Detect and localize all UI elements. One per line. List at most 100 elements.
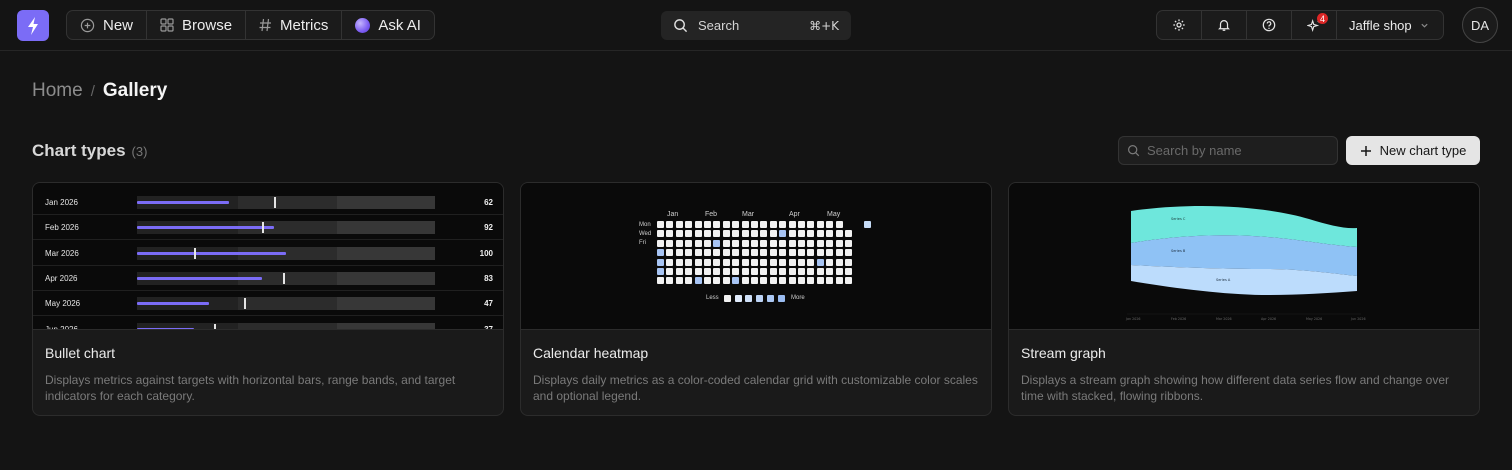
settings-button[interactable]	[1157, 11, 1202, 39]
heatmap-cell	[685, 258, 693, 266]
heatmap-cell	[732, 268, 740, 275]
heatmap-cell	[685, 277, 693, 285]
bullet-range-band	[337, 196, 435, 209]
heatmap-cell	[741, 230, 749, 238]
heatmap-legend-more: More	[791, 295, 805, 301]
stream-x-tick: Apr 2026	[1261, 317, 1276, 321]
heatmap-cell	[732, 249, 740, 257]
heatmap-cell	[835, 258, 843, 266]
browse-button[interactable]: Browse	[147, 11, 247, 39]
chart-type-card-stream[interactable]: Series C Series B Series A Jan 2026 Feb …	[1008, 182, 1480, 416]
heatmap-legend-less: Less	[706, 295, 719, 301]
chart-type-search[interactable]	[1118, 136, 1338, 165]
bullet-bar	[137, 276, 263, 280]
new-chart-type-label: New chart type	[1379, 143, 1467, 158]
search-by-name-input[interactable]	[1147, 143, 1327, 158]
heatmap-cell	[807, 268, 815, 275]
heatmap-cell	[666, 258, 674, 266]
breadcrumb-home[interactable]: Home	[32, 80, 83, 102]
plus-circle-icon	[80, 18, 95, 33]
heatmap-cell	[657, 230, 664, 238]
heatmap-cell	[769, 249, 777, 257]
heatmap-cell	[769, 221, 777, 228]
heatmap-cell	[741, 221, 749, 228]
heatmap-cell	[845, 239, 852, 247]
heatmap-cell	[798, 249, 805, 257]
heatmap-cell	[807, 230, 815, 238]
calendar-heatmap-preview: Jan Feb Mar Apr May Mon Wed Fri Less More	[521, 183, 991, 330]
bullet-row-value: 37	[484, 324, 493, 330]
heatmap-legend-swatch	[756, 295, 764, 302]
heatmap-cell	[666, 239, 674, 247]
heatmap-cell	[788, 239, 796, 247]
heatmap-cell	[685, 230, 693, 238]
ask-ai-label: Ask AI	[378, 16, 421, 34]
heatmap-cell	[666, 277, 674, 285]
bullet-bar	[137, 226, 275, 230]
stream-graph-svg: Series C Series B Series A Jan 2026 Feb …	[1125, 205, 1366, 321]
ai-orb-icon	[355, 17, 371, 33]
app-logo[interactable]	[17, 10, 49, 41]
chart-type-card-bullet[interactable]: Jan 2026 62 Feb 2026 92 Mar 2026 100 Apr 2026 8…	[32, 182, 504, 416]
heatmap-cell	[779, 249, 787, 257]
stream-x-tick: Jan 2026	[1125, 317, 1141, 321]
chart-type-card-heatmap[interactable]: Jan Feb Mar Apr May Mon Wed Fri Less More Calenda…	[520, 182, 992, 416]
stream-x-tick: Feb 2026	[1171, 317, 1186, 321]
heatmap-cell	[685, 221, 693, 228]
heatmap-cell	[816, 249, 824, 257]
breadcrumb: Home / Gallery	[32, 80, 167, 102]
metrics-button[interactable]: Metrics	[246, 11, 343, 39]
header-actions: 4 Jaffle shop	[1156, 10, 1444, 40]
heatmap-cell	[779, 258, 787, 266]
heatmap-cell	[722, 277, 730, 285]
heatmap-cell	[807, 249, 815, 257]
heatmap-cell	[657, 268, 664, 275]
help-button[interactable]	[1247, 11, 1292, 39]
heatmap-cell	[657, 221, 664, 228]
card-description: Displays metrics against targets with ho…	[45, 373, 456, 403]
heatmap-cell	[816, 239, 824, 247]
bullet-row-value: 62	[484, 198, 493, 207]
heatmap-cell	[779, 230, 787, 238]
heatmap-cell	[751, 221, 758, 228]
ai-updates-button[interactable]: 4	[1292, 11, 1337, 39]
heatmap-cell	[713, 258, 721, 266]
heatmap-month-label: Feb	[705, 211, 718, 218]
ask-ai-button[interactable]: Ask AI	[342, 11, 434, 39]
new-button[interactable]: New	[67, 11, 148, 39]
heatmap-cell	[666, 230, 674, 238]
card-title: Stream graph	[1021, 345, 1106, 361]
avatar[interactable]: DA	[1462, 7, 1498, 43]
heatmap-cell	[657, 277, 664, 285]
global-search[interactable]: Search ⌘+K	[661, 11, 851, 40]
page-title: Gallery	[102, 80, 168, 101]
heatmap-cell	[675, 221, 683, 228]
workspace-switcher[interactable]: Jaffle shop	[1337, 11, 1443, 39]
heatmap-cell	[760, 268, 768, 275]
bullet-range-band	[238, 322, 337, 329]
heatmap-month-label: Apr	[789, 211, 800, 218]
heatmap-cell	[657, 239, 664, 247]
stream-label-series-c: Series C	[1171, 217, 1186, 221]
heatmap-cell	[769, 230, 777, 238]
card-description: Displays daily metrics as a color-coded …	[533, 373, 978, 403]
bullet-row-label: Mar 2026	[45, 248, 79, 258]
heatmap-cell	[722, 221, 730, 228]
new-chart-type-button[interactable]: New chart type	[1346, 136, 1480, 165]
notifications-button[interactable]	[1202, 11, 1247, 39]
bullet-bar	[137, 327, 194, 329]
stream-label-series-b: Series B	[1171, 249, 1186, 253]
heatmap-cell	[666, 249, 674, 257]
heatmap-cell	[704, 221, 711, 228]
heatmap-cell	[694, 239, 702, 247]
heatmap-cell	[694, 258, 702, 266]
heatmap-cell	[816, 277, 824, 285]
bullet-range-band	[337, 221, 435, 235]
heatmap-cell	[788, 268, 796, 275]
bullet-row-value: 83	[484, 273, 493, 283]
heatmap-cell	[835, 221, 843, 228]
bullet-row-label: Jun 2026	[45, 324, 78, 330]
heatmap-cell	[835, 230, 843, 238]
heatmap-cell	[713, 268, 721, 275]
heatmap-cell	[657, 258, 664, 266]
